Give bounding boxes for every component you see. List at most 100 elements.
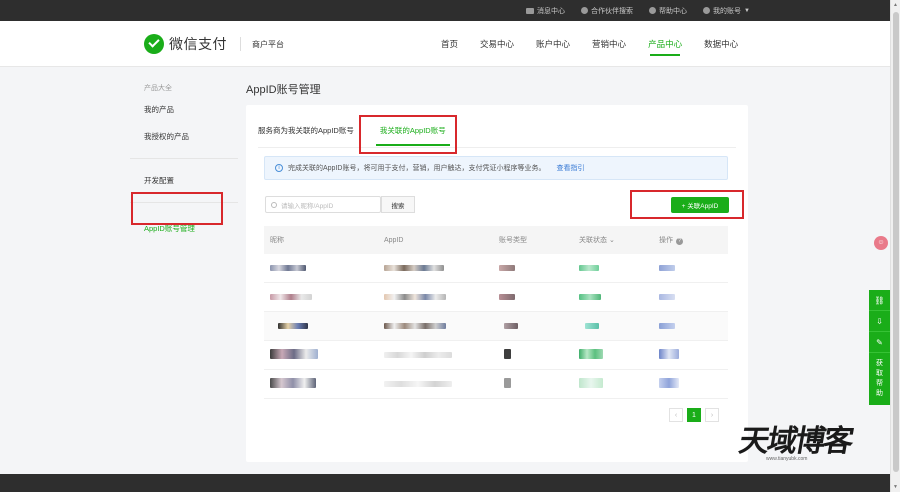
message-center-link[interactable]: 消息中心 <box>526 6 565 16</box>
download-icon[interactable]: ⇩ <box>869 311 890 332</box>
redacted-text <box>579 378 603 388</box>
message-center-label: 消息中心 <box>537 7 566 15</box>
tab-provider-linked[interactable]: 服务商为我关联的AppID账号 <box>258 119 354 146</box>
blurred-action <box>654 322 728 331</box>
my-account-link[interactable]: 我的账号 ▼ <box>703 6 750 16</box>
add-appid-button[interactable]: + 关联AppID <box>671 197 729 213</box>
redacted-text <box>659 322 675 329</box>
table-row <box>264 341 728 370</box>
blurred-action <box>654 264 728 273</box>
nav-marketing-center[interactable]: 营销中心 <box>581 21 637 67</box>
col-actions: 操作? <box>654 235 728 245</box>
main-header: 微信支付 商户平台 首页 交易中心 账户中心 营销中心 产品中心 数据中心 <box>0 21 890 67</box>
get-help-button[interactable]: 获 取 帮 助 <box>869 353 890 405</box>
question-icon <box>649 7 657 14</box>
utility-links: 消息中心 合作伙伴搜索 帮助中心 我的账号 ▼ <box>526 0 750 21</box>
nav-home[interactable]: 首页 <box>430 21 469 67</box>
sidebar-group-title: 产品大全 <box>144 85 172 92</box>
watermark-text: 天域博客 <box>736 424 855 459</box>
watermark: 天域博客 www.tianyubk.com <box>736 416 870 464</box>
filter-icon: ⌄ <box>607 237 615 244</box>
search-icon <box>271 201 277 208</box>
blurred-status <box>574 349 654 361</box>
blurred-type <box>494 264 574 273</box>
table-header: 昵称 AppID 账号类型 关联状态 ⌄ 操作? <box>264 226 728 254</box>
partner-search-label: 合作伙伴搜索 <box>591 7 634 15</box>
sidebar-item-authorized-products[interactable]: 我授权的产品 <box>130 123 240 150</box>
nav-product-center[interactable]: 产品中心 <box>637 21 693 67</box>
nav-trade-center[interactable]: 交易中心 <box>469 21 525 67</box>
view-guide-link[interactable]: 查看指引 <box>556 163 584 173</box>
globe-icon <box>581 7 589 14</box>
help-center-link[interactable]: 帮助中心 <box>649 6 687 16</box>
redacted-text <box>579 264 599 271</box>
blurred-nickname <box>264 264 379 273</box>
table-row <box>264 370 728 399</box>
blurred-appid <box>379 351 494 360</box>
nav-data-center[interactable]: 数据中心 <box>693 21 749 67</box>
col-link-status-label: 关联状态 <box>579 237 607 244</box>
link-icon[interactable]: ⛓ <box>869 290 890 311</box>
help-icon[interactable]: ? <box>676 238 683 245</box>
table-row <box>264 283 728 312</box>
redacted-text <box>384 264 444 271</box>
blurred-type <box>494 378 574 390</box>
sidebar-item-dev-config[interactable]: 开发配置 <box>130 167 240 194</box>
redacted-text <box>659 378 679 388</box>
scroll-down-icon[interactable]: ▼ <box>893 484 898 490</box>
page-number-button[interactable]: 1 <box>687 408 701 422</box>
notice-text: 完成关联的AppID账号，将可用于支付，营销，用户触达，支付凭证小程序等业务。 <box>288 165 546 172</box>
redacted-text <box>579 349 603 359</box>
col-actions-label: 操作 <box>659 237 673 244</box>
prev-page-button[interactable]: ‹ <box>669 408 683 422</box>
redacted-text <box>384 380 452 387</box>
wechat-pay-logo-icon <box>144 34 164 54</box>
my-account-label: 我的账号 <box>713 7 742 15</box>
redacted-text <box>585 322 599 329</box>
mail-icon <box>526 7 535 14</box>
blurred-appid <box>379 380 494 389</box>
redacted-text <box>579 293 601 300</box>
page-title: AppID账号管理 <box>246 84 321 96</box>
help-char: 取 <box>876 370 883 377</box>
col-link-status[interactable]: 关联状态 ⌄ <box>574 235 654 245</box>
next-page-button[interactable]: › <box>705 408 719 422</box>
brand-logo[interactable]: 微信支付 商户平台 <box>144 34 284 54</box>
scroll-up-icon[interactable]: ▲ <box>893 2 898 8</box>
blurred-type <box>494 349 574 361</box>
blurred-status <box>574 293 654 302</box>
content-card: 服务商为我关联的AppID账号 我关联的AppID账号 i 完成关联的AppID… <box>246 105 748 462</box>
col-appid: AppID <box>384 236 404 244</box>
sidebar-divider <box>130 202 238 203</box>
nav-account-center[interactable]: 账户中心 <box>525 21 581 67</box>
blurred-appid <box>379 293 494 302</box>
blurred-nickname <box>264 322 379 331</box>
table-row <box>264 254 728 283</box>
tab-bar: 服务商为我关联的AppID账号 我关联的AppID账号 <box>258 119 450 146</box>
info-notice: i 完成关联的AppID账号，将可用于支付，营销，用户触达，支付凭证小程序等业务… <box>264 156 728 180</box>
tab-my-linked[interactable]: 我关联的AppID账号 <box>375 119 450 146</box>
search-button[interactable]: 搜索 <box>381 196 415 213</box>
blurred-type <box>494 293 574 302</box>
search-input[interactable]: 请输入昵称/AppID <box>265 196 381 213</box>
redacted-text <box>270 378 316 388</box>
redacted-text <box>384 351 452 358</box>
help-char: 助 <box>876 390 883 397</box>
tab-divider <box>258 147 736 148</box>
redacted-text <box>504 322 518 329</box>
sidebar-item-my-products[interactable]: 我的产品 <box>130 96 240 123</box>
blurred-appid <box>379 264 494 273</box>
scrollbar[interactable]: ▲ ▼ <box>890 0 900 492</box>
feedback-float-icon[interactable]: ☺ <box>874 236 888 250</box>
user-icon <box>703 7 711 14</box>
footer-bar <box>0 474 890 492</box>
scroll-thumb[interactable] <box>893 12 899 472</box>
blurred-type <box>494 322 574 331</box>
redacted-text <box>504 349 511 359</box>
blurred-status <box>574 264 654 273</box>
edit-icon[interactable]: ✎ <box>869 332 890 353</box>
partner-search-link[interactable]: 合作伙伴搜索 <box>581 6 633 16</box>
sidebar-item-appid-management[interactable]: AppID账号管理 <box>130 211 240 242</box>
redacted-text <box>270 264 306 271</box>
redacted-text <box>659 264 675 271</box>
